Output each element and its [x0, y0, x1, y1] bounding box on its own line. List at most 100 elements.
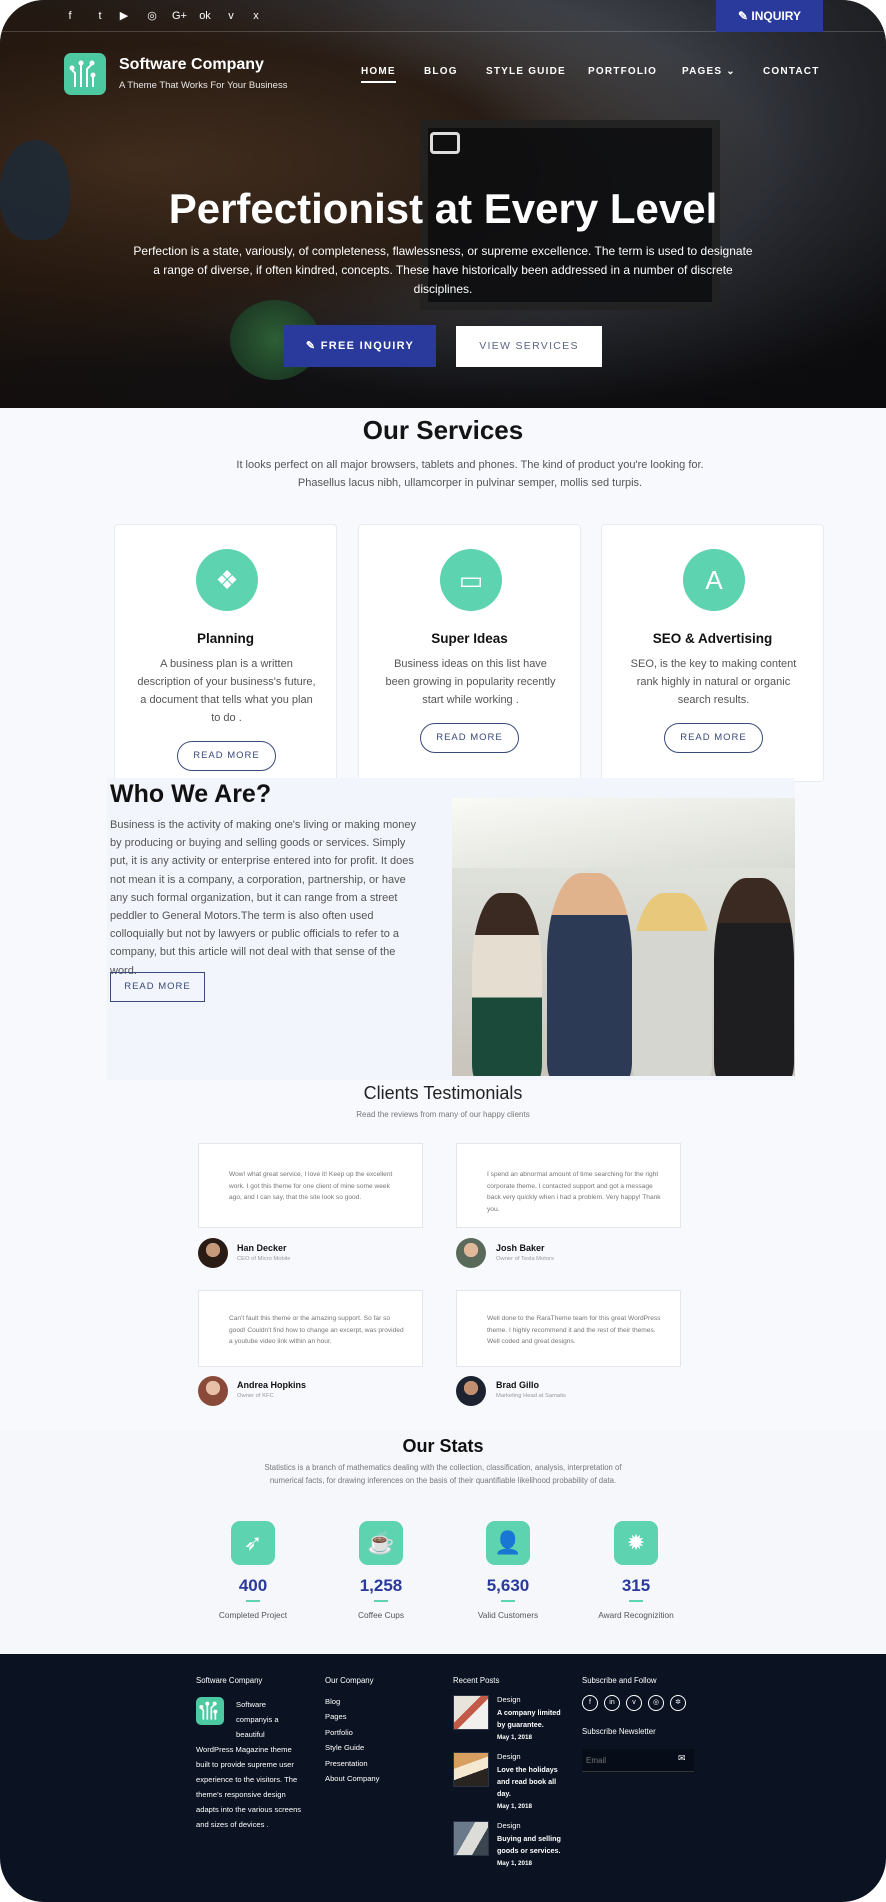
testimonial-role: CEO of Micro Mobile — [237, 1256, 291, 1262]
footer-about-line: theme's responsive design — [196, 1790, 286, 1799]
nav-contact[interactable]: CONTACT — [763, 66, 820, 77]
shapes-icon: ❖ — [196, 549, 258, 611]
nav-style-guide[interactable]: STYLE GUIDE — [486, 66, 566, 77]
send-icon[interactable]: ✉ — [678, 1753, 686, 1764]
view-services-button[interactable]: VIEW SERVICES — [456, 326, 602, 367]
stat-label: Award Recognizition — [598, 1610, 674, 1620]
footer-about-heading: Software Company — [196, 1676, 263, 1685]
footer-about-line: Software — [236, 1700, 266, 1709]
testimonial-role: Owner of KFC — [237, 1393, 274, 1399]
nav-home[interactable]: HOME — [361, 66, 396, 83]
nav-portfolio[interactable]: PORTFOLIO — [588, 66, 657, 77]
stat-value: 315 — [621, 1576, 651, 1595]
services-text: It looks perfect on all major browsers, … — [236, 459, 704, 489]
service-card: A SEO & Advertising SEO, is the key to m… — [601, 524, 824, 782]
footer-company-heading: Our Company — [325, 1676, 374, 1685]
testimonial-name: Andrea Hopkins — [237, 1380, 307, 1390]
newsletter-form: ✉ — [582, 1749, 694, 1772]
stat-divider — [501, 1600, 515, 1602]
post-title[interactable]: Love the holidays — [497, 1764, 558, 1776]
testimonials-title: Clients Testimonials — [363, 1083, 523, 1103]
instagram-icon[interactable]: ◎ — [648, 1695, 664, 1711]
facebook-icon[interactable]: f — [582, 1695, 598, 1711]
testimonial-card: I spend an abnormal amount of time searc… — [456, 1143, 681, 1228]
vimeo-icon[interactable]: v — [225, 10, 237, 22]
circuit-icon — [199, 1701, 218, 1720]
footer-about-line: adapts into the various screens — [196, 1805, 302, 1814]
testimonial-quote: Well done to the RaraTheme team for this… — [487, 1315, 661, 1346]
who-read-more-button[interactable]: READ MORE — [110, 972, 205, 1002]
post-title[interactable]: A company limited — [497, 1707, 561, 1719]
nav-blog[interactable]: BLOG — [424, 66, 458, 77]
stat-label: Valid Customers — [477, 1610, 539, 1620]
logo[interactable] — [64, 53, 106, 95]
footer-link-portfolio[interactable]: Portfolio — [325, 1728, 353, 1737]
hero-section: f t ▶ ◎ G+ ok v x ✎ INQUIRY Software Company A … — [0, 0, 886, 408]
read-more-button[interactable]: READ MORE — [177, 741, 276, 771]
post-thumbnail[interactable] — [453, 1821, 489, 1856]
rocket-icon: ➶ — [231, 1521, 275, 1565]
footer-link-pages[interactable]: Pages — [325, 1712, 347, 1721]
read-more-button[interactable]: READ MORE — [420, 723, 519, 753]
page: f t ▶ ◎ G+ ok v x ✎ INQUIRY Software Company A … — [0, 0, 886, 1902]
testimonial-role: Owner of Tesla Motors — [496, 1256, 554, 1262]
post-category[interactable]: Design — [497, 1695, 521, 1704]
stat-label: Completed Project — [218, 1610, 288, 1620]
service-text: SEO, is the key to making content rank h… — [630, 658, 797, 706]
post-title[interactable]: by guarantee. — [497, 1719, 544, 1731]
site-title[interactable]: Software Company — [119, 56, 264, 74]
circuit-icon — [69, 60, 96, 87]
facebook-icon[interactable]: f — [64, 10, 76, 22]
post-category[interactable]: Design — [497, 1752, 521, 1761]
testimonial-name: Brad Gillo — [496, 1380, 540, 1390]
footer-follow-heading: Subscribe and Follow — [582, 1676, 657, 1685]
footer-logo[interactable] — [196, 1697, 224, 1725]
person-figure — [472, 893, 542, 1076]
nav-pages[interactable]: PAGES ⌄ — [682, 66, 736, 77]
award-badge-icon: ✹ — [614, 1521, 658, 1565]
coffee-cup-icon: ☕ — [359, 1521, 403, 1565]
ad-icon: A — [683, 549, 745, 611]
avatar — [198, 1376, 228, 1406]
footer-link-style-guide[interactable]: Style Guide — [325, 1743, 364, 1752]
service-title: Planning — [197, 631, 254, 646]
testimonial-quote: I spend an abnormal amount of time searc… — [487, 1171, 661, 1213]
dribbble-icon[interactable]: ✲ — [670, 1695, 686, 1711]
post-thumbnail[interactable] — [453, 1752, 489, 1787]
free-inquiry-button[interactable]: ✎ FREE INQUIRY — [284, 325, 436, 367]
footer-link-about-company[interactable]: About Company — [325, 1774, 379, 1783]
stat-divider — [629, 1600, 643, 1602]
email-input[interactable] — [586, 1749, 672, 1771]
twitter-icon[interactable]: t — [94, 10, 106, 22]
post-title[interactable]: goods or services. — [497, 1845, 561, 1857]
person-figure — [714, 878, 794, 1076]
post-title[interactable]: Buying and selling — [497, 1833, 561, 1845]
service-text: Business ideas on this list have been gr… — [385, 658, 556, 706]
post-category[interactable]: Design — [497, 1821, 521, 1830]
site-tagline: A Theme That Works For Your Business — [119, 80, 288, 91]
vimeo-icon[interactable]: v — [626, 1695, 642, 1711]
footer-link-blog[interactable]: Blog — [325, 1697, 340, 1706]
service-title: SEO & Advertising — [652, 631, 773, 646]
edit-icon: ✎ — [738, 9, 752, 23]
team-photo — [452, 798, 795, 1076]
inquiry-button[interactable]: ✎ INQUIRY — [716, 0, 823, 32]
stat-value: 400 — [238, 1576, 268, 1595]
odnoklassniki-icon[interactable]: ok — [199, 10, 211, 22]
google-plus-icon[interactable]: G+ — [172, 10, 187, 22]
service-card: ▭ Super Ideas Business ideas on this lis… — [358, 524, 581, 782]
testimonial-name: Han Decker — [237, 1243, 287, 1253]
service-card: ❖ Planning A business plan is a written … — [114, 524, 337, 782]
post-title[interactable]: day. — [497, 1788, 511, 1800]
testimonial-card: Well done to the RaraTheme team for this… — [456, 1290, 681, 1367]
post-thumbnail[interactable] — [453, 1695, 489, 1730]
youtube-icon[interactable]: ▶ — [118, 10, 130, 22]
testimonial-role: Marketing Head at Samatis — [496, 1393, 566, 1399]
footer-link-presentation[interactable]: Presentation — [325, 1759, 368, 1768]
read-more-button[interactable]: READ MORE — [664, 723, 763, 753]
post-title[interactable]: and read book all — [497, 1776, 556, 1788]
instagram-icon[interactable]: ◎ — [146, 10, 158, 22]
linkedin-icon[interactable]: in — [604, 1695, 620, 1711]
footer-about-line: WordPress Magazine theme — [196, 1745, 292, 1754]
xing-icon[interactable]: x — [250, 10, 262, 22]
